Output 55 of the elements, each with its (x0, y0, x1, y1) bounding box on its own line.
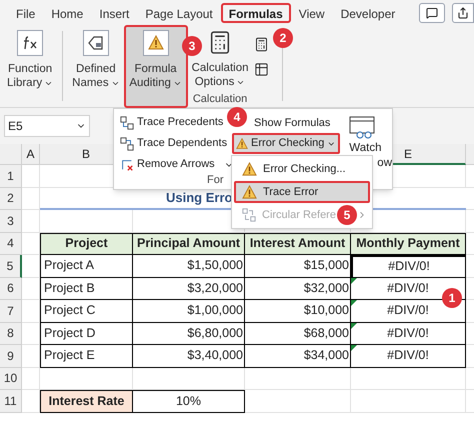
column-header: A (22, 144, 40, 165)
menu-item[interactable]: Show Formulas (254, 114, 330, 133)
rate-label: Interest Rate (40, 390, 133, 412)
menu-item[interactable]: Trace Error (234, 181, 370, 203)
table-cell: $15,000 (245, 255, 351, 278)
ribbon-tab[interactable]: Formulas (220, 2, 291, 22)
table-header: Project (40, 232, 133, 255)
table-cell: $68,000 (245, 322, 351, 345)
table-cell: $10,000 (245, 300, 351, 322)
menu-item[interactable]: Trace Precedents (120, 113, 224, 132)
ribbon-tab[interactable]: View (290, 2, 333, 22)
ribbon-tab[interactable]: Developer (332, 2, 404, 22)
ribbon-tab[interactable]: Insert (91, 2, 138, 22)
ribbon-button[interactable]: Formula Auditing (124, 25, 188, 108)
row-header: 3 (0, 210, 22, 232)
table-header: Monthly Payment (351, 232, 466, 255)
table-cell: $1,50,000 (133, 255, 245, 278)
table-cell: Project D (40, 322, 133, 345)
row-header: 9 (0, 345, 22, 368)
table-cell: Project B (40, 278, 133, 300)
error-checking-button[interactable]: Error Checking (232, 133, 340, 154)
ribbon-tab[interactable]: Page Layout (137, 2, 221, 22)
table-header: Interest Amount (245, 232, 351, 255)
table-cell: Project C (40, 300, 133, 322)
row-header: 5 (0, 255, 22, 278)
table-cell: #DIV/0! (351, 345, 466, 368)
row-header: 10 (0, 368, 22, 390)
table-cell: $34,000 (245, 345, 351, 368)
name-box[interactable]: E5 (4, 115, 90, 137)
table-cell: $32,000 (245, 278, 351, 300)
table-cell: Project E (40, 345, 133, 368)
watch-label: Watch (349, 142, 382, 155)
table-cell: #DIV/0! (351, 255, 466, 278)
ribbon-button[interactable]: Defined Names (68, 25, 124, 108)
ribbon-tab[interactable]: Home (43, 2, 92, 22)
table-cell: $3,20,000 (133, 278, 245, 300)
row-header: 8 (0, 322, 22, 345)
group-label: For (207, 172, 224, 188)
ribbon-button[interactable]: Function Library (3, 25, 58, 108)
row-header: 1 (0, 165, 22, 188)
table-cell: Project A (40, 255, 133, 278)
row-header: 7 (0, 300, 22, 322)
table-cell: $3,40,000 (133, 345, 245, 368)
table-header: Principal Amount (133, 232, 245, 255)
group-label: Calculation (192, 92, 248, 107)
row-header: 2 (0, 188, 22, 210)
table-cell: #DIV/0! (351, 322, 466, 345)
row-header: 6 (0, 278, 22, 300)
row-header: 4 (0, 232, 22, 255)
rate-value: 10% (133, 390, 245, 412)
table-cell: $1,00,000 (133, 300, 245, 322)
table-cell: $6,80,000 (133, 322, 245, 345)
step-badge: 1 (442, 288, 462, 308)
ribbon-tab[interactable]: File (8, 2, 44, 22)
row-header: 11 (0, 390, 22, 412)
